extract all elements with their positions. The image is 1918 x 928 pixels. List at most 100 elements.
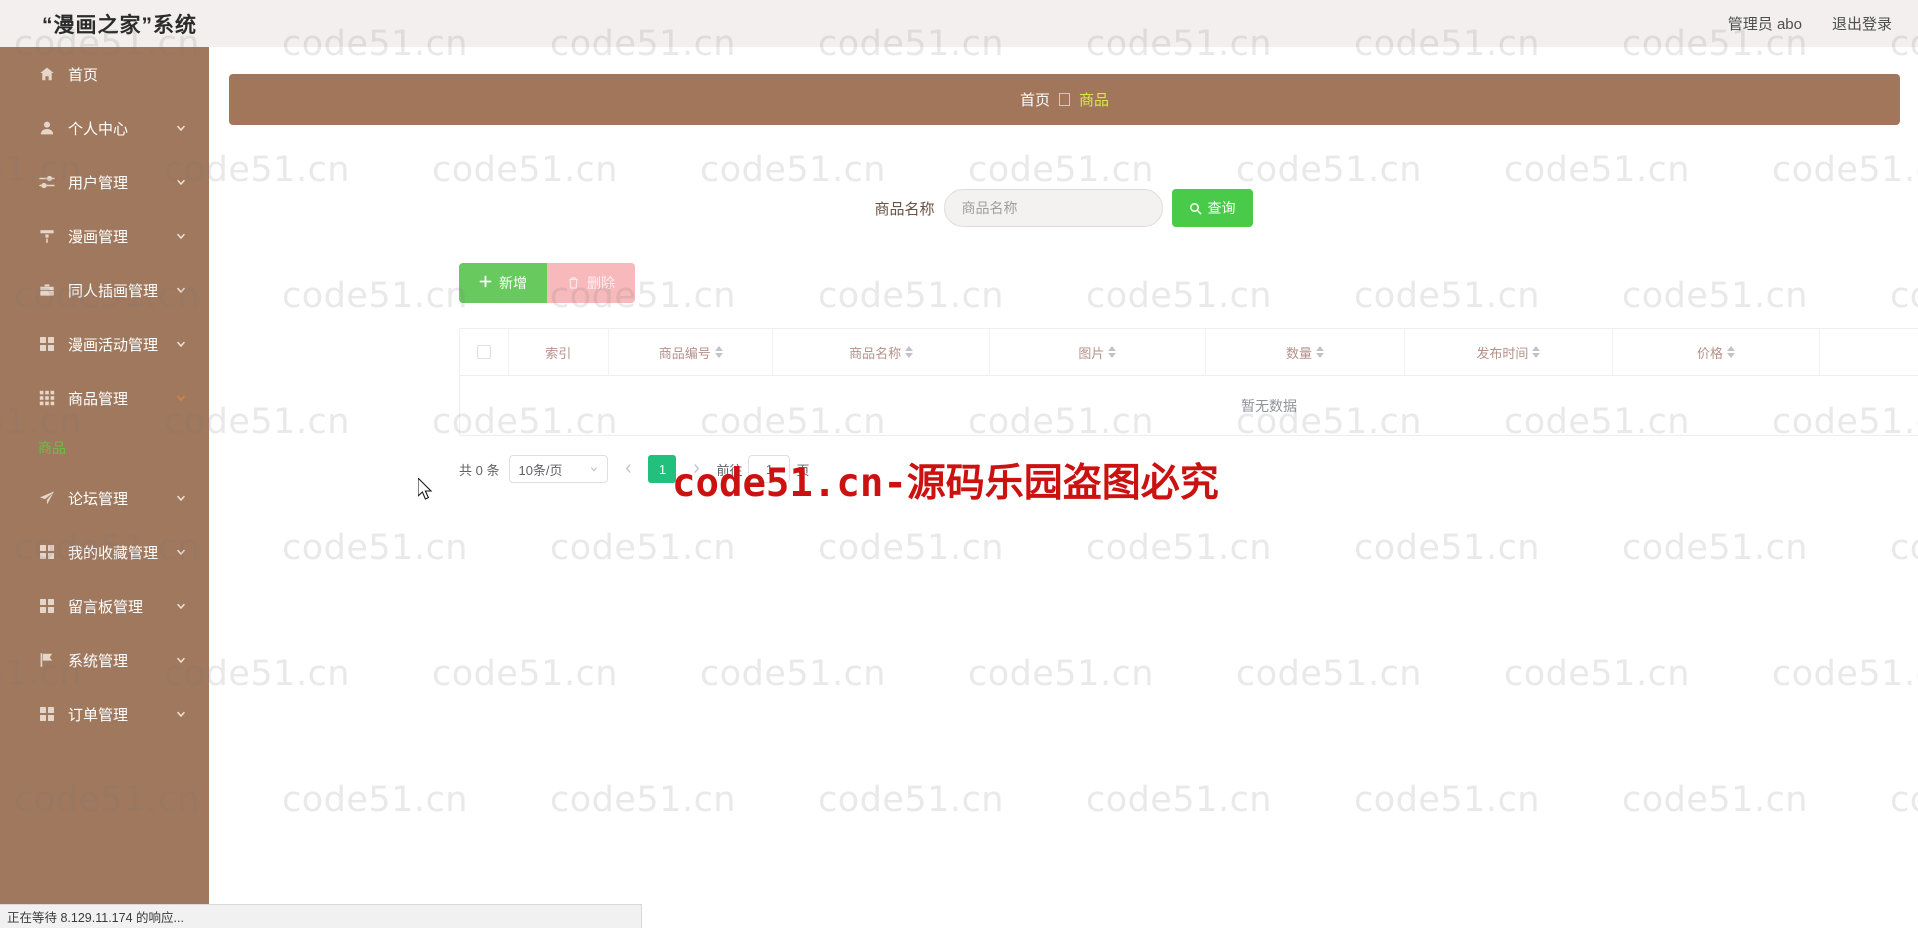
table-header-5[interactable]: 发布时间: [1405, 328, 1613, 376]
chevron-down-icon: [175, 492, 187, 504]
chevron-down-icon: [175, 546, 187, 558]
grid-icon: [38, 705, 56, 723]
sidebar-item-6[interactable]: 商品管理: [0, 371, 209, 425]
status-bar-text: 正在等待 8.129.11.174 的响应...: [7, 911, 184, 925]
chevron-down-icon: [589, 462, 599, 477]
search-icon: [1189, 202, 1202, 215]
table-header-label: 价格: [1696, 345, 1723, 361]
breadcrumb-current-page[interactable]: 商品: [1079, 89, 1109, 110]
select-all-checkbox[interactable]: [476, 345, 491, 359]
data-table: 索引 商品编号 商品名称 图片 数量 发布时间 价格 操作 暂无数据: [459, 328, 1918, 436]
sort-arrows-icon[interactable]: [905, 346, 914, 358]
grid-icon: [38, 597, 56, 615]
pagination-prev-button[interactable]: [618, 462, 638, 477]
product-name-search-input[interactable]: [943, 189, 1163, 227]
grid-dense-icon: [38, 389, 56, 407]
header-right-group: 管理员 abo 退出登录: [1728, 13, 1892, 34]
chevron-down-icon: [175, 654, 187, 666]
add-button-label: 新增: [499, 275, 527, 291]
sort-arrows-icon[interactable]: [714, 346, 723, 358]
sidebar-item-label: 用户管理: [68, 174, 129, 192]
flag-icon: [38, 651, 56, 669]
table-header-label: 图片: [1078, 345, 1105, 361]
table-header-1[interactable]: 商品编号: [609, 328, 774, 376]
table-header-label: 数量: [1286, 345, 1313, 361]
sidebar-item-label: 首页: [68, 66, 99, 84]
sidebar-item-0[interactable]: 首页: [0, 47, 209, 101]
sidebar-item-10[interactable]: 系统管理: [0, 633, 209, 687]
search-filter-row: 商品名称 查询: [209, 189, 1918, 227]
browser-status-bar: 正在等待 8.129.11.174 的响应...: [0, 904, 642, 928]
chevron-down-icon: [175, 392, 187, 404]
add-button[interactable]: 新增: [459, 263, 547, 303]
table-header-label: 商品编号: [658, 345, 711, 361]
table-header-6[interactable]: 价格: [1613, 328, 1821, 376]
funnel-icon: [38, 227, 56, 245]
sidebar-item-label: 漫画活动管理: [68, 336, 159, 354]
sidebar-item-label: 留言板管理: [68, 598, 144, 616]
sidebar-item-8[interactable]: 我的收藏管理: [0, 525, 209, 579]
sidebar-item-2[interactable]: 用户管理: [0, 155, 209, 209]
sidebar-item-9[interactable]: 留言板管理: [0, 579, 209, 633]
table-select-all-cell[interactable]: [460, 328, 509, 376]
chevron-down-icon: [175, 230, 187, 242]
admin-name-label: 管理员 abo: [1727, 16, 1802, 33]
application-window: “漫画之家”系统 管理员 abo 退出登录 首页个人中心用户管理漫画管理同人插画…: [0, 0, 1918, 928]
sidebar-item-7[interactable]: 论坛管理: [0, 471, 209, 525]
trash-icon: [567, 276, 580, 290]
chevron-down-icon: [175, 176, 187, 188]
grid-icon: [38, 543, 56, 561]
table-empty-state: 暂无数据: [1241, 397, 1297, 414]
send-icon: [38, 489, 56, 507]
page-size-value: 10条/页: [518, 462, 563, 478]
sidebar-item-label: 系统管理: [68, 652, 129, 670]
sidebar-item-1[interactable]: 个人中心: [0, 101, 209, 155]
sidebar-item-5[interactable]: 漫画活动管理: [0, 317, 209, 371]
sidebar-item-label: 我的收藏管理: [68, 544, 159, 562]
sidebar-item-4[interactable]: 同人插画管理: [0, 263, 209, 317]
breadcrumb: 首页 商品: [229, 74, 1900, 125]
sort-arrows-icon[interactable]: [1532, 346, 1541, 358]
red-watermark-text: code51.cn-源码乐园盗图必究: [672, 461, 1219, 506]
top-header-bar: “漫画之家”系统 管理员 abo 退出登录: [0, 0, 1918, 47]
chevron-down-icon: [175, 708, 187, 720]
breadcrumb-home-link[interactable]: 首页: [1020, 89, 1050, 110]
sliders-icon: [38, 173, 56, 191]
sort-arrows-icon[interactable]: [1727, 346, 1735, 358]
sort-arrows-icon[interactable]: [1316, 346, 1325, 358]
table-header-7: 操作: [1820, 329, 1918, 376]
sidebar-item-label: 论坛管理: [68, 490, 129, 508]
home-icon: [38, 65, 56, 83]
search-submit-button[interactable]: 查询: [1171, 189, 1253, 227]
chevron-down-icon: [175, 600, 187, 612]
search-button-label: 查询: [1207, 200, 1236, 216]
sidebar-navigation[interactable]: 首页个人中心用户管理漫画管理同人插画管理漫画活动管理 商品管理商品论坛管理我的收藏…: [0, 47, 209, 904]
app-brand-title: “漫画之家”系统: [42, 14, 197, 37]
sidebar-item-11[interactable]: 订单管理: [0, 687, 209, 741]
delete-button[interactable]: 删除: [547, 263, 635, 303]
delete-button-label: 删除: [587, 275, 615, 291]
grid-icon: [38, 335, 56, 353]
breadcrumb-separator-icon: [1059, 93, 1070, 106]
search-field-label: 商品名称: [874, 200, 935, 218]
sidebar-item-label: 个人中心: [68, 120, 129, 138]
plus-icon: [479, 275, 492, 291]
sidebar-item-3[interactable]: 漫画管理: [0, 209, 209, 263]
page-size-select[interactable]: 10条/页: [509, 455, 609, 483]
sidebar-item-label: 漫画管理: [68, 228, 129, 246]
pagination-total-label: 共 0 条: [459, 462, 500, 478]
table-header-label: 商品名称: [849, 345, 902, 361]
sidebar-item-label: 订单管理: [68, 706, 129, 724]
sidebar-subitem-product[interactable]: 商品: [0, 425, 209, 471]
table-header-3[interactable]: 图片: [990, 328, 1207, 376]
table-header-2[interactable]: 商品名称: [773, 328, 990, 376]
table-header-4[interactable]: 数量: [1206, 328, 1406, 376]
sort-arrows-icon[interactable]: [1108, 346, 1117, 358]
chevron-down-icon: [175, 338, 187, 350]
sidebar-subitem-label: 商品: [38, 440, 66, 456]
logout-link[interactable]: 退出登录: [1832, 13, 1892, 34]
table-action-toolbar: 新增 删除: [459, 263, 635, 303]
chevron-down-icon: [175, 284, 187, 296]
briefcase-icon: [38, 281, 56, 299]
sidebar-item-label: 商品管理: [68, 390, 129, 408]
